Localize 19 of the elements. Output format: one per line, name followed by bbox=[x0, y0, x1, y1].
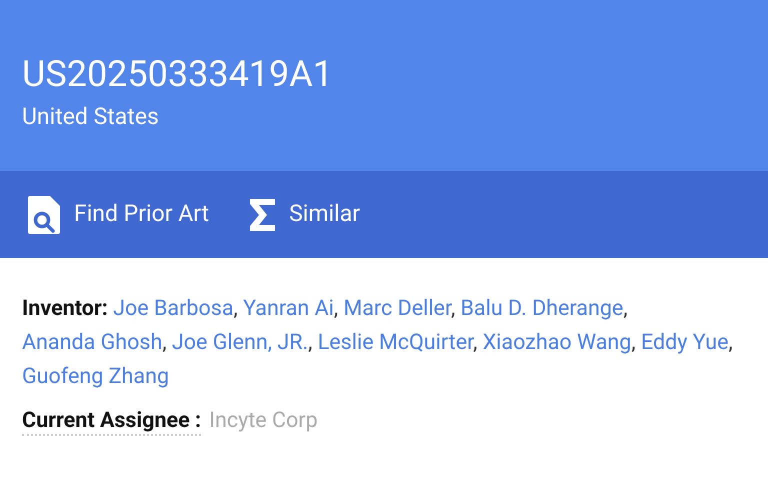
inventor-link[interactable]: Joe Glenn, JR. bbox=[172, 330, 308, 355]
action-button[interactable]: Similar bbox=[249, 197, 360, 232]
inventor-link[interactable]: Joe Barbosa bbox=[113, 296, 234, 321]
inventor-link[interactable]: Balu D. Dherange bbox=[460, 296, 624, 321]
assignee-value: Incyte Corp bbox=[209, 407, 318, 435]
inventor-link[interactable]: Leslie McQuirter bbox=[318, 330, 474, 355]
sigma-icon bbox=[249, 198, 276, 230]
action-button[interactable]: Find Prior Art bbox=[28, 196, 210, 234]
inventor-link[interactable]: Xiaozhao Wang bbox=[482, 330, 632, 355]
patent-number: US20250333419A1 bbox=[22, 52, 333, 96]
inventor-link[interactable]: Yanran Ai bbox=[243, 296, 334, 321]
inventor-list: Inventor: Joe Barbosa, Yanran Ai, Marc Deller, Balu D. Dherange, Ananda Ghosh, Joe Glenn, JR., Leslie McQuirter, Xiaozhao Wang, Eddy Yue, Guofeng Zhang bbox=[22, 292, 746, 394]
inventor-link[interactable]: Marc Deller bbox=[343, 296, 451, 321]
inventor-link[interactable]: Eddy Yue bbox=[640, 330, 728, 355]
country-label: United States bbox=[22, 102, 159, 132]
inventor-link[interactable]: Ananda Ghosh bbox=[22, 330, 162, 355]
assignee-label: Current Assignee : bbox=[22, 408, 202, 436]
inventor-link[interactable]: Guofeng Zhang bbox=[22, 364, 170, 389]
document-search-icon bbox=[28, 196, 60, 234]
